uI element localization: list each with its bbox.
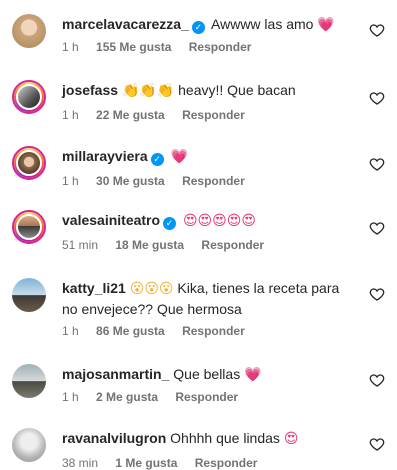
reply-button[interactable]: Responder — [182, 108, 245, 122]
comment-username[interactable]: josefass — [62, 82, 118, 98]
comment-text: heavy!! Que bacan — [178, 82, 296, 98]
comment-likes[interactable]: 2 Me gusta — [96, 390, 158, 404]
comment-meta: 1 h 155 Me gusta Responder — [62, 40, 265, 54]
comment-likes[interactable]: 18 Me gusta — [115, 238, 184, 252]
avatar[interactable] — [12, 278, 46, 312]
comment-username[interactable]: ravanalvilugron — [62, 430, 166, 446]
comment-time: 1 h — [62, 108, 79, 122]
comment-time: 1 h — [62, 174, 79, 188]
reply-button[interactable]: Responder — [189, 40, 252, 54]
verified-badge-icon: ✓ — [163, 217, 177, 230]
like-heart-icon[interactable] — [369, 90, 385, 106]
like-heart-icon[interactable] — [369, 286, 385, 302]
comment-emoji: 💗 — [244, 367, 262, 383]
reply-button[interactable]: Responder — [201, 238, 264, 252]
reply-button[interactable]: Responder — [182, 174, 245, 188]
comment-time: 1 h — [62, 40, 79, 54]
comment-item: majosanmartin_ Que bellas 💗 1 h 2 Me gus… — [0, 348, 397, 414]
comment-meta: 1 h 22 Me gusta Responder — [62, 108, 259, 122]
comment-emoji: 😍😍😍😍😍 — [182, 213, 256, 229]
comment-time: 38 min — [62, 456, 99, 470]
comment-text: Ohhhh que lindas — [170, 430, 280, 446]
like-heart-icon[interactable] — [369, 22, 385, 38]
comment-username[interactable]: valesainiteatro — [62, 212, 160, 228]
reply-button[interactable]: Responder — [195, 456, 258, 470]
avatar[interactable] — [12, 146, 46, 180]
comment-item: millarayviera ✓ 💗 1 h 30 Me gusta Respond… — [0, 130, 397, 196]
like-heart-icon[interactable] — [369, 436, 385, 452]
verified-badge-icon: ✓ — [191, 21, 205, 34]
comment-item: marcelavacarezza_ ✓ Awwww las amo 💗 1 h 1… — [0, 0, 397, 66]
comment-text: Awwww las amo — [211, 16, 314, 32]
comment-emoji: 💗 — [317, 17, 335, 33]
avatar[interactable] — [12, 210, 46, 244]
comment-time: 51 min — [62, 238, 99, 252]
comment-meta: 1 h 30 Me gusta Responder — [62, 174, 259, 188]
comment-likes[interactable]: 22 Me gusta — [96, 108, 165, 122]
avatar[interactable] — [12, 14, 46, 48]
comment-time: 1 h — [62, 324, 79, 338]
comment-likes[interactable]: 86 Me gusta — [96, 324, 165, 338]
comment-username[interactable]: millarayviera — [62, 148, 148, 164]
reply-button[interactable]: Responder — [175, 390, 238, 404]
comment-username[interactable]: katty_li21 — [62, 280, 126, 296]
reply-button[interactable]: Responder — [182, 324, 245, 338]
like-heart-icon[interactable] — [369, 220, 385, 236]
like-heart-icon[interactable] — [369, 156, 385, 172]
comment-item: josefass 👏👏👏 heavy!! Que bacan 1 h 22 Me… — [0, 66, 397, 130]
comment-emoji: 😮😮😮 — [129, 281, 174, 297]
verified-badge-icon: ✓ — [150, 153, 164, 166]
comment-item: ravanalvilugron Ohhhh que lindas 😍 38 mi… — [0, 414, 397, 470]
comment-meta: 38 min 1 Me gusta Responder — [62, 456, 271, 470]
comment-emoji: 💗 — [170, 149, 188, 165]
comment-meta: 1 h 86 Me gusta Responder — [62, 324, 259, 338]
comment-username[interactable]: majosanmartin_ — [62, 366, 169, 382]
comment-emoji: 👏👏👏 — [121, 83, 175, 99]
comment-username[interactable]: marcelavacarezza_ — [62, 16, 189, 32]
comment-likes[interactable]: 30 Me gusta — [96, 174, 165, 188]
comment-meta: 1 h 2 Me gusta Responder — [62, 390, 252, 404]
comment-item: katty_li21 😮😮😮 Kika, tienes la receta pa… — [0, 260, 397, 348]
comment-likes[interactable]: 1 Me gusta — [115, 456, 177, 470]
comment-emoji: 😍 — [283, 431, 299, 447]
comment-item: valesainiteatro ✓ 😍😍😍😍😍 51 min 18 Me gust… — [0, 196, 397, 260]
like-heart-icon[interactable] — [369, 372, 385, 388]
avatar[interactable] — [12, 80, 46, 114]
avatar[interactable] — [12, 364, 46, 398]
avatar[interactable] — [12, 428, 46, 462]
comment-likes[interactable]: 155 Me gusta — [96, 40, 171, 54]
comment-time: 1 h — [62, 390, 79, 404]
comment-meta: 51 min 18 Me gusta Responder — [62, 238, 278, 252]
comment-text: Que bellas — [173, 366, 241, 382]
